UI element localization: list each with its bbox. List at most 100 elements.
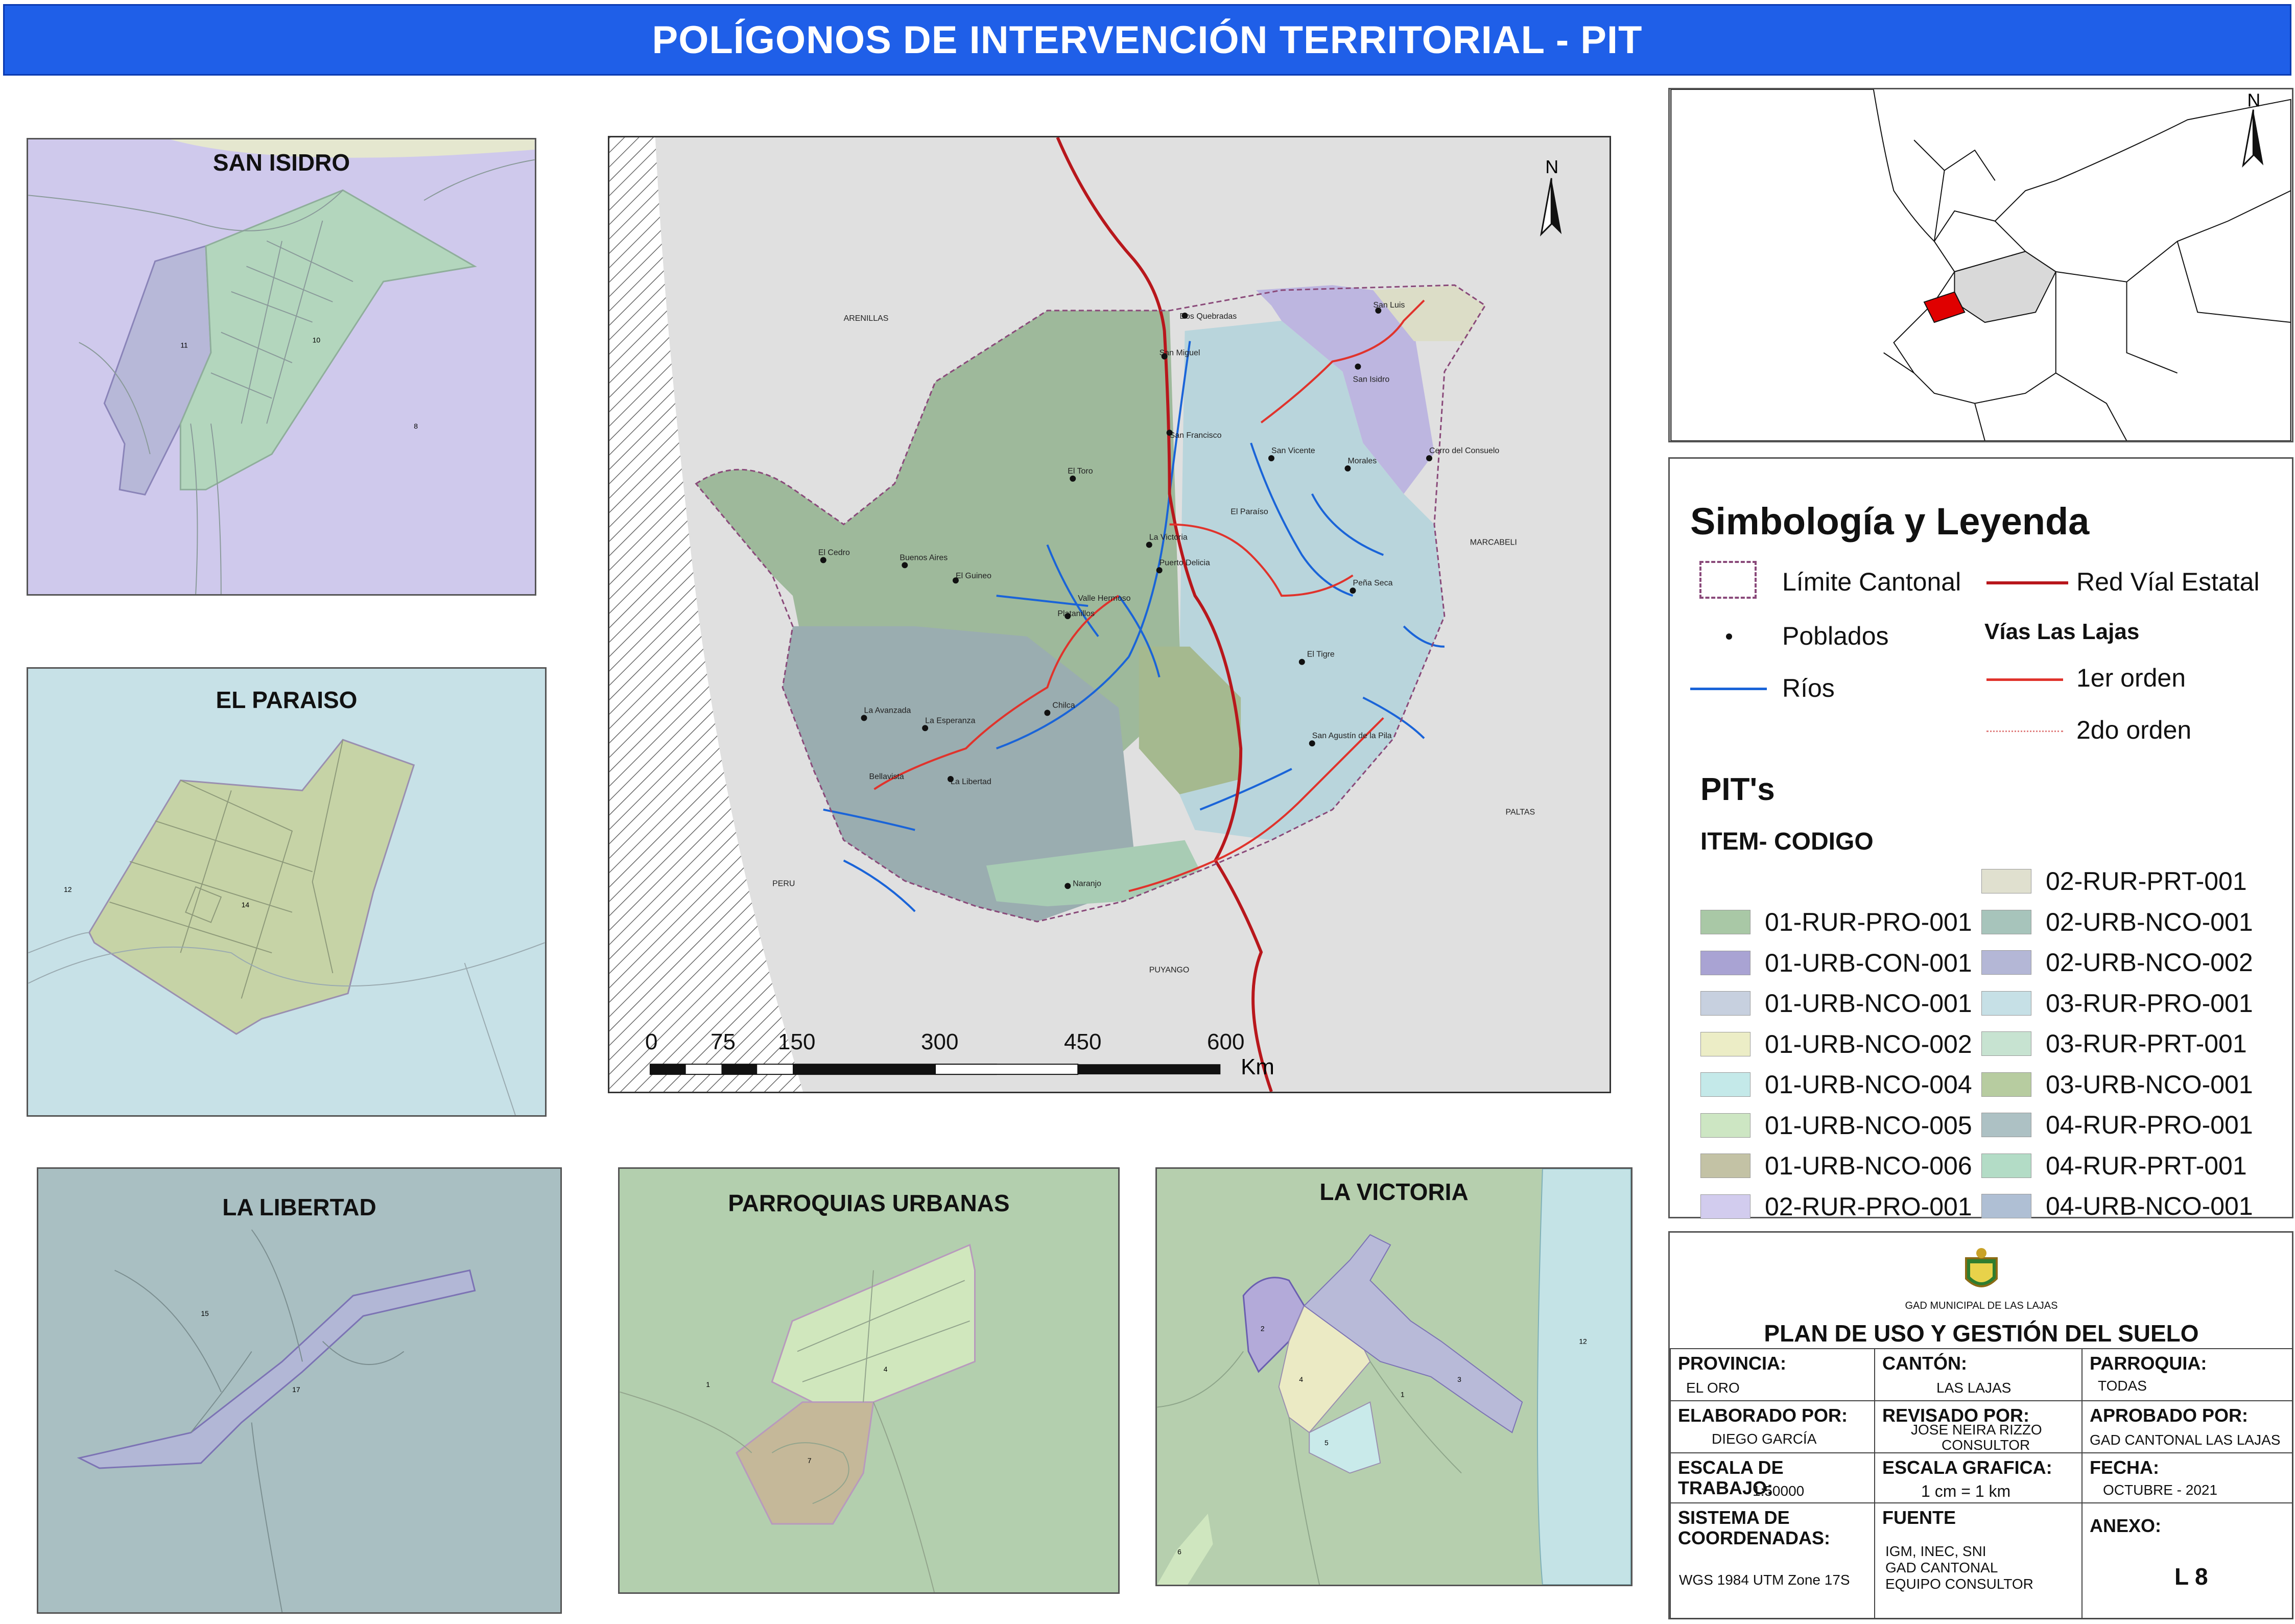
pit-legend-item: 03-RUR-PRO-001 bbox=[1981, 987, 2253, 1019]
legend-title: Simbología y Leyenda bbox=[1690, 500, 2090, 543]
place-bellavista: Bellavista bbox=[869, 772, 904, 781]
inset-title-la-victoria: LA VICTORIA bbox=[1319, 1179, 1469, 1205]
gad-logo-icon bbox=[1965, 1248, 1998, 1287]
label-11: 11 bbox=[180, 341, 188, 349]
pit-legend-item: 02-RUR-PRT-001 bbox=[1981, 865, 2247, 897]
inset-el-paraiso-map: 12 14 bbox=[28, 739, 545, 1115]
scale-tick-600: 600 bbox=[1207, 1029, 1245, 1054]
legend-segundo-orden: 2do orden bbox=[2076, 716, 2192, 744]
pit-swatch bbox=[1700, 991, 1750, 1016]
pit-label: 02-URB-NCO-001 bbox=[2046, 907, 2253, 936]
pit-swatch bbox=[1700, 1113, 1750, 1138]
place-cerro-consuelo: Cerro del Consuelo bbox=[1429, 446, 1499, 455]
north-label-locator: N bbox=[2247, 90, 2260, 111]
segundo-orden-symbol bbox=[1986, 731, 2063, 732]
inset-parroquias-urbanas: 1 4 7 PARROQUIAS URBANAS bbox=[618, 1167, 1120, 1594]
place-morales: Morales bbox=[1348, 457, 1377, 465]
pit-label: 04-RUR-PRT-001 bbox=[2046, 1151, 2247, 1180]
pit-label: 03-RUR-PRT-001 bbox=[2046, 1029, 2247, 1058]
label-12: 12 bbox=[64, 885, 72, 893]
provincia-value: EL ORO bbox=[1686, 1380, 1740, 1396]
canton-label: CANTÓN: bbox=[1882, 1353, 1967, 1374]
inset-title-el-paraiso: EL PARAISO bbox=[216, 687, 358, 713]
pit-swatch bbox=[1700, 1194, 1750, 1219]
parroquia-label: PARROQUIA: bbox=[2090, 1353, 2207, 1374]
fuente-value-2: GAD CANTONAL bbox=[1885, 1560, 1998, 1575]
pit-legend-item: 01-URB-CON-001 bbox=[1700, 947, 1972, 979]
place-platanillos: Platanillos bbox=[1057, 609, 1095, 618]
pit-label: 04-RUR-PRO-001 bbox=[2046, 1111, 2253, 1139]
cell-parroquia: PARROQUIA: TODAS bbox=[2081, 1348, 2293, 1401]
place-san-francisco: San Francisco bbox=[1170, 431, 1222, 440]
plan-title: PLAN DE USO Y GESTIÓN DEL SUELO bbox=[1764, 1320, 2199, 1347]
limite-cantonal-symbol bbox=[1699, 561, 1757, 599]
sistema-value: WGS 1984 UTM Zone 17S bbox=[1679, 1572, 1850, 1588]
revisado-value-role: CONSULTOR bbox=[1942, 1437, 2030, 1453]
fuente-label: FUENTE bbox=[1882, 1507, 1956, 1528]
inset-la-libertad: 15 17 LA LIBERTAD bbox=[37, 1167, 562, 1614]
pit-swatch bbox=[1981, 1031, 2031, 1056]
red-vial-symbol bbox=[1986, 581, 2068, 584]
cell-revisado: REVISADO POR: JOSE NEIRA RIZZO CONSULTOR bbox=[1874, 1400, 2083, 1453]
place-el-guineo: El Guineo bbox=[956, 572, 991, 580]
legend-item-codigo: ITEM- CODIGO bbox=[1700, 828, 1874, 855]
legend: Simbología y Leyenda Límite Cantonal Red… bbox=[1668, 457, 2293, 1221]
pit-label: 04-URB-NCO-001 bbox=[2046, 1192, 2253, 1220]
label-1: 1 bbox=[1401, 1391, 1405, 1399]
pit-swatch bbox=[1700, 1031, 1750, 1056]
inset-el-paraiso: 12 14 EL PARAISO bbox=[27, 667, 547, 1117]
pit-label: 01-URB-CON-001 bbox=[1765, 948, 1972, 977]
place-san-vicente: San Vicente bbox=[1271, 446, 1315, 455]
place-la-avanzada: La Avanzada bbox=[864, 706, 911, 715]
label-10: 10 bbox=[313, 336, 321, 344]
aprobado-value: GAD CANTONAL LAS LAJAS bbox=[2090, 1432, 2281, 1448]
scale-tick-300: 300 bbox=[921, 1029, 959, 1054]
pit-legend-item: 03-URB-NCO-001 bbox=[1981, 1069, 2253, 1100]
locator-map-canvas: N bbox=[1670, 89, 2291, 441]
place-valle-hermoso: Valle Hermoso bbox=[1078, 594, 1130, 603]
aprobado-label: APROBADO POR: bbox=[2090, 1405, 2249, 1426]
provincia-label: PROVINCIA: bbox=[1678, 1353, 1787, 1374]
pit-swatch bbox=[1700, 1072, 1750, 1097]
label-1: 1 bbox=[706, 1380, 710, 1388]
label-14: 14 bbox=[242, 901, 250, 909]
pit-legend-item: 04-RUR-PRO-001 bbox=[1981, 1109, 2253, 1141]
pit-label: 01-URB-NCO-004 bbox=[1765, 1070, 1972, 1099]
label-3: 3 bbox=[1457, 1375, 1461, 1383]
cell-elaborado: ELABORADO POR: DIEGO GARCÍA bbox=[1670, 1400, 1875, 1453]
place-la-victoria: La Victoria bbox=[1149, 533, 1188, 542]
logo-caption: GAD MUNICIPAL DE LAS LAJAS bbox=[1905, 1300, 2058, 1311]
scale-unit: Km bbox=[1241, 1054, 1274, 1079]
pit-label: 02-RUR-PRO-001 bbox=[1765, 1192, 1972, 1221]
sistema-label-1: SISTEMA DE bbox=[1678, 1507, 1790, 1528]
label-12: 12 bbox=[1579, 1337, 1587, 1345]
pit-legend-item: 01-URB-NCO-004 bbox=[1700, 1069, 1972, 1100]
place-marcabeli: MARCABELI bbox=[1470, 538, 1517, 547]
cell-fecha: FECHA: OCTUBRE - 2021 bbox=[2081, 1452, 2293, 1503]
cell-sistema: SISTEMA DE COORDENADAS: WGS 1984 UTM Zon… bbox=[1670, 1502, 1875, 1619]
place-dos-quebradas: Dos Quebradas bbox=[1180, 312, 1237, 321]
place-peru: PERU bbox=[772, 879, 795, 888]
rios-symbol bbox=[1690, 688, 1767, 690]
cell-canton: CANTÓN: LAS LAJAS bbox=[1874, 1348, 2083, 1401]
fuente-value-3: EQUIPO CONSULTOR bbox=[1885, 1576, 2033, 1592]
parroquia-value: TODAS bbox=[2098, 1378, 2147, 1394]
legend-primer-orden: 1er orden bbox=[2076, 664, 2186, 692]
inset-san-isidro-map: 11 10 8 bbox=[28, 139, 535, 594]
pit-swatch bbox=[1700, 1154, 1750, 1178]
pit-swatch bbox=[1981, 991, 2031, 1016]
pit-label: 01-URB-NCO-002 bbox=[1765, 1029, 1972, 1058]
pit-swatch bbox=[1981, 909, 2031, 934]
sistema-label-2: COORDENADAS: bbox=[1678, 1527, 1831, 1548]
pit-swatch bbox=[1981, 1113, 2031, 1137]
inset-title-la-libertad: LA LIBERTAD bbox=[222, 1194, 376, 1220]
inset-la-victoria: 2 4 3 1 5 12 6 LA VICTORIA bbox=[1155, 1167, 1632, 1586]
north-label-main: N bbox=[1545, 157, 1558, 177]
place-paltas: PALTAS bbox=[1506, 808, 1535, 817]
pit-legend-item: 01-URB-NCO-006 bbox=[1700, 1150, 1972, 1182]
legend-red-vial: Red Víal Estatal bbox=[2076, 568, 2260, 596]
label-4: 4 bbox=[1299, 1375, 1303, 1383]
elaborado-label: ELABORADO POR: bbox=[1678, 1405, 1848, 1426]
poblados-symbol bbox=[1726, 633, 1732, 640]
scale-tick-450: 450 bbox=[1064, 1029, 1102, 1054]
